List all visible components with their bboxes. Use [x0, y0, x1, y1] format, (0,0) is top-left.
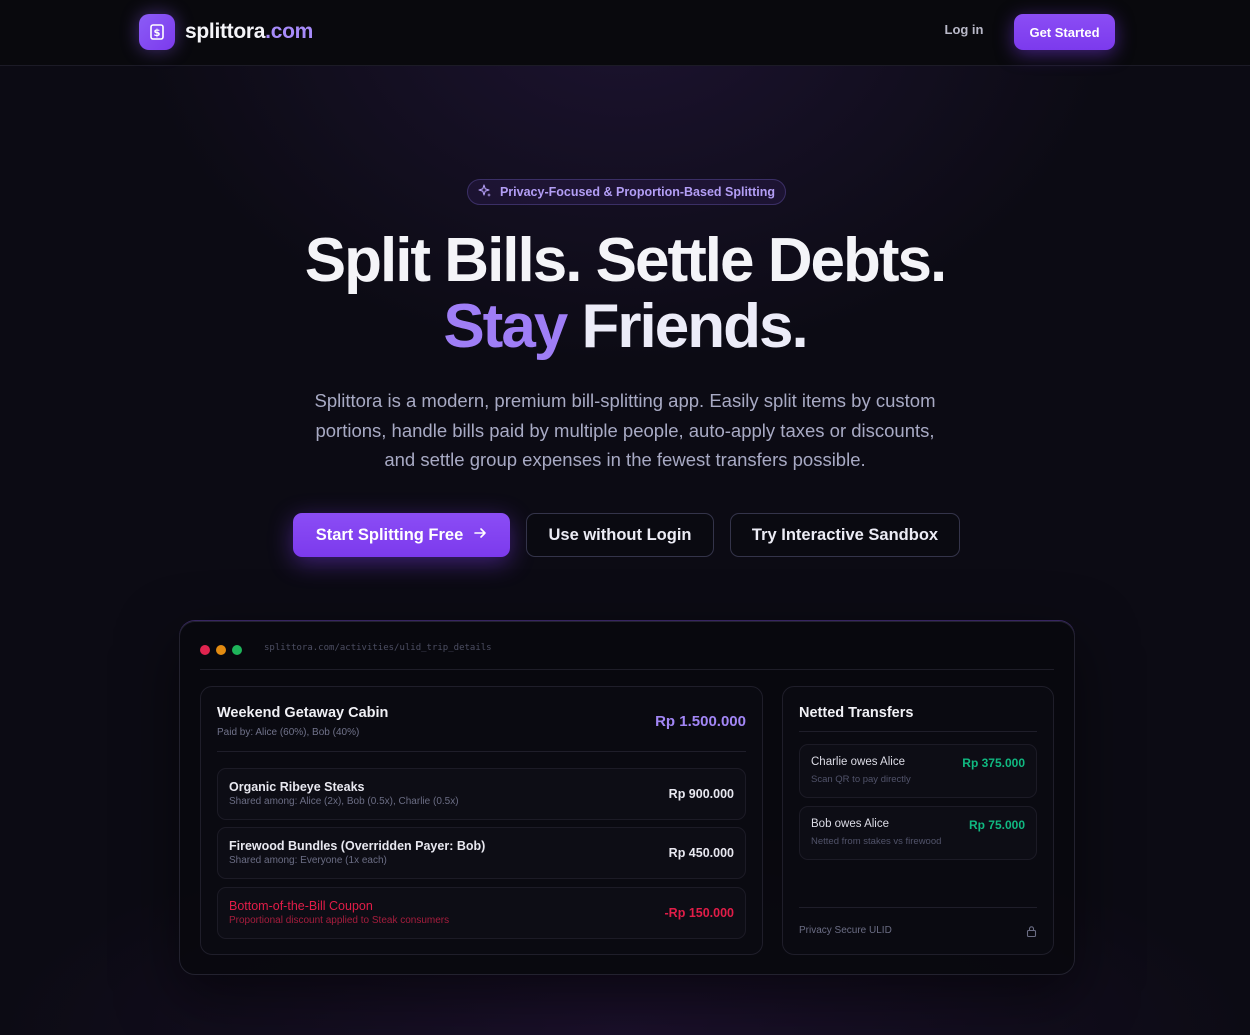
logo-name: splittora [185, 20, 266, 43]
transfer-amount: Rp 75.000 [968, 818, 1025, 832]
netted-transfers-card: Netted Transfers Charlie owes Alice Scan… [782, 686, 1054, 955]
window-minimize-dot [216, 645, 226, 655]
window-maximize-dot [232, 645, 242, 655]
coupon-item[interactable]: Bottom-of-the-Bill Coupon Proportional d… [217, 887, 746, 939]
feature-badge: Privacy-Focused & Proportion-Based Split… [467, 179, 786, 205]
login-link[interactable]: Log in [933, 22, 995, 37]
line-item[interactable]: Firewood Bundles (Overridden Payer: Bob)… [217, 827, 746, 879]
lock-icon [1026, 924, 1037, 942]
headline-line-2: Stay Friends. [0, 294, 1250, 360]
transfer-label: Bob owes Alice [811, 818, 889, 830]
item-shared: Shared among: Everyone (1x each) [229, 855, 387, 866]
transfer-amount: Rp 375.000 [962, 756, 1025, 770]
divider [799, 907, 1037, 908]
activity-title: Weekend Getaway Cabin [217, 705, 389, 721]
window-close-dot [200, 645, 210, 655]
item-amount: Rp 900.000 [668, 787, 734, 801]
feature-badge-label: Privacy-Focused & Proportion-Based Split… [499, 185, 776, 199]
item-shared: Proportional discount applied to Steak c… [229, 915, 450, 926]
transfer-note: Scan QR to pay directly [811, 774, 911, 785]
try-sandbox-button[interactable]: Try Interactive Sandbox [730, 513, 960, 557]
item-name: Firewood Bundles (Overridden Payer: Bob) [229, 839, 486, 853]
hero-headline: Split Bills. Settle Debts. Stay Friends. [0, 228, 1250, 360]
item-shared: Shared among: Alice (2x), Bob (0.5x), Ch… [229, 796, 459, 807]
item-name: Bottom-of-the-Bill Coupon [229, 899, 373, 913]
top-nav: $ splittora.com Log in Get Started [0, 0, 1250, 66]
cta-row: Start Splitting Free Use without Login T… [0, 513, 1250, 557]
line-item[interactable]: Organic Ribeye Steaks Shared among: Alic… [217, 768, 746, 820]
start-splitting-label: Start Splitting Free [315, 525, 464, 544]
headline-rest: Friends. [566, 292, 809, 361]
transfer-item[interactable]: Bob owes Alice Netted from stakes vs fir… [799, 806, 1037, 860]
logo-tld: .com [265, 20, 313, 43]
activity-card: Weekend Getaway Cabin Paid by: Alice (60… [200, 686, 763, 955]
logo[interactable]: $ splittora.com [139, 14, 313, 50]
netted-transfers-title: Netted Transfers [799, 705, 914, 721]
window-titlebar: splittora.com/activities/ulid_trip_detai… [200, 642, 1054, 670]
start-splitting-button[interactable]: Start Splitting Free [293, 513, 510, 557]
divider [799, 731, 1037, 732]
hero-subtitle: Splittora is a modern, premium bill-spli… [314, 390, 936, 470]
app-preview-window: splittora.com/activities/ulid_trip_detai… [179, 621, 1075, 975]
item-amount: Rp 450.000 [668, 846, 734, 860]
activity-total: Rp 1.500.000 [655, 713, 746, 730]
get-started-button[interactable]: Get Started [1014, 14, 1115, 50]
sparkles-icon [478, 183, 492, 201]
window-url: splittora.com/activities/ulid_trip_detai… [264, 643, 492, 653]
activity-paid-by: Paid by: Alice (60%), Bob (40%) [217, 727, 360, 738]
item-amount: -Rp 150.000 [664, 906, 734, 920]
headline-accent: Stay [443, 292, 568, 361]
arrow-right-icon [473, 526, 487, 545]
dollar-bill-icon: $ [139, 14, 175, 50]
transfer-note: Netted from stakes vs firewood [811, 836, 942, 847]
transfer-item[interactable]: Charlie owes Alice Scan QR to pay direct… [799, 744, 1037, 798]
use-without-login-button[interactable]: Use without Login [526, 513, 714, 557]
privacy-note: Privacy Secure ULID [799, 925, 892, 936]
transfer-label: Charlie owes Alice [811, 756, 905, 768]
svg-text:$: $ [154, 28, 161, 39]
item-name: Organic Ribeye Steaks [229, 780, 365, 794]
divider [217, 751, 746, 752]
logo-text: splittora.com [185, 20, 313, 44]
headline-line-1: Split Bills. Settle Debts. [304, 226, 947, 295]
